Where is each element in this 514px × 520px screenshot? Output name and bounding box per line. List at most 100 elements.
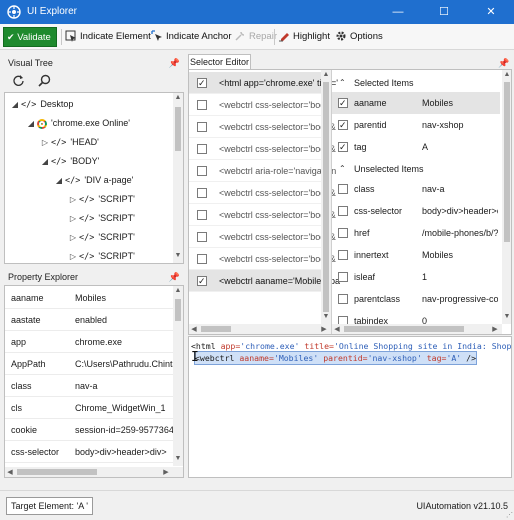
property-row[interactable]: aastate enabled bbox=[5, 309, 179, 331]
scroll-down-icon[interactable]: ▼ bbox=[321, 313, 331, 320]
collapse-icon[interactable]: ◢ bbox=[39, 152, 51, 171]
visual-tree-scrollbar[interactable]: ▲ ▼ bbox=[173, 93, 183, 263]
attribute-row[interactable]: parentid nav-xshop bbox=[332, 114, 500, 136]
selector-node-row[interactable]: <webctrl css-selector='body& bbox=[189, 138, 336, 160]
close-button[interactable]: ✕ bbox=[468, 0, 514, 24]
attribute-value[interactable]: nav-progressive-con bbox=[422, 288, 498, 310]
property-row[interactable]: css-selector body>div>header>div> bbox=[5, 441, 179, 463]
highlight-button[interactable]: Highlight bbox=[278, 28, 330, 46]
property-hscrollbar[interactable]: ◀ ▶ bbox=[5, 467, 183, 477]
attribute-checkbox[interactable] bbox=[338, 184, 348, 194]
collapse-icon[interactable]: ◢ bbox=[53, 171, 65, 190]
node-list-hscrollbar[interactable]: ◀ ▶ bbox=[189, 324, 331, 334]
attribute-value[interactable]: 1 bbox=[422, 266, 498, 288]
maximize-button[interactable]: ☐ bbox=[421, 0, 467, 24]
attribute-checkbox[interactable] bbox=[338, 228, 348, 238]
attributes-hscrollbar[interactable]: ◀ ▶ bbox=[332, 324, 502, 334]
scroll-thumb[interactable] bbox=[17, 469, 97, 475]
node-list-scrollbar[interactable]: ▲ ▼ bbox=[321, 70, 331, 324]
expand-icon[interactable]: ▷ bbox=[39, 133, 51, 152]
property-row[interactable]: cookie session-id=259-9577364 bbox=[5, 419, 179, 441]
scroll-up-icon[interactable]: ▲ bbox=[502, 71, 511, 78]
selector-node-row[interactable]: <webctrl css-selector='body& bbox=[189, 248, 336, 270]
attribute-value[interactable]: Mobiles bbox=[422, 244, 498, 266]
scroll-right-icon[interactable]: ▶ bbox=[161, 468, 171, 476]
scroll-down-icon[interactable]: ▼ bbox=[502, 313, 511, 320]
collapse-icon[interactable]: ◢ bbox=[9, 95, 21, 114]
selector-text-editor[interactable]: <html app='chrome.exe' title='Online Sho… bbox=[188, 336, 512, 478]
attribute-group-header[interactable]: ⌃ Unselected Items bbox=[332, 158, 500, 180]
node-checkbox[interactable] bbox=[197, 144, 207, 154]
selector-node-row[interactable]: <webctrl aaname='Mobiles' pa bbox=[189, 270, 340, 292]
attribute-row[interactable]: aaname Mobiles bbox=[332, 92, 500, 114]
attribute-row[interactable]: class nav-a bbox=[332, 178, 500, 200]
attribute-row[interactable]: innertext Mobiles bbox=[332, 244, 500, 266]
scroll-thumb[interactable] bbox=[344, 326, 464, 332]
node-checkbox[interactable] bbox=[197, 270, 207, 292]
selector-node-row[interactable]: <webctrl css-selector='body& bbox=[189, 182, 336, 204]
property-row[interactable]: class nav-a bbox=[5, 375, 179, 397]
scroll-right-icon[interactable]: ▶ bbox=[319, 325, 329, 333]
property-row[interactable]: cls Chrome_WidgetWin_1 bbox=[5, 397, 179, 419]
node-checkbox[interactable] bbox=[197, 72, 207, 94]
scroll-down-icon[interactable]: ▼ bbox=[173, 455, 183, 462]
scroll-right-icon[interactable]: ▶ bbox=[490, 325, 500, 333]
attribute-checkbox[interactable] bbox=[338, 92, 348, 114]
attribute-checkbox[interactable] bbox=[338, 250, 348, 260]
attribute-row[interactable]: isleaf 1 bbox=[332, 266, 500, 288]
attribute-value[interactable]: nav-xshop bbox=[422, 114, 498, 136]
expand-icon[interactable]: ▷ bbox=[67, 247, 79, 263]
collapse-icon[interactable]: ⌃ bbox=[339, 158, 346, 180]
tree-node-chrome[interactable]: ◢ 'chrome.exe Online' bbox=[25, 114, 130, 133]
collapse-icon[interactable]: ◢ bbox=[25, 114, 37, 133]
scroll-up-icon[interactable]: ▲ bbox=[321, 71, 331, 78]
pin-icon[interactable]: 📌 bbox=[498, 58, 509, 69]
expand-icon[interactable]: ▷ bbox=[67, 228, 79, 247]
node-checkbox[interactable] bbox=[197, 254, 207, 264]
property-row[interactable]: aaname Mobiles bbox=[5, 287, 179, 309]
node-checkbox[interactable] bbox=[197, 166, 207, 176]
attribute-row[interactable]: tag A bbox=[332, 136, 500, 158]
pin-icon[interactable]: 📌 bbox=[169, 56, 180, 70]
collapse-icon[interactable]: ⌃ bbox=[339, 72, 346, 94]
scroll-left-icon[interactable]: ◀ bbox=[332, 325, 342, 333]
property-row[interactable]: AppPath C:\Users\Pathrudu.Chinta bbox=[5, 353, 179, 375]
tree-node-div[interactable]: ◢ </> 'DIV a-page' bbox=[53, 171, 133, 190]
attribute-value[interactable]: A bbox=[422, 136, 498, 158]
tree-node-script[interactable]: ▷ </> 'SCRIPT' bbox=[67, 247, 135, 263]
tree-node-script[interactable]: ▷ </> 'SCRIPT' bbox=[67, 209, 135, 228]
attribute-checkbox[interactable] bbox=[338, 272, 348, 282]
attribute-checkbox[interactable] bbox=[338, 136, 348, 158]
property-scrollbar[interactable]: ▲ ▼ bbox=[173, 286, 183, 466]
tree-node-script[interactable]: ▷ </> 'SCRIPT' bbox=[67, 228, 135, 247]
attribute-value[interactable]: /mobile-phones/b/? bbox=[422, 222, 498, 244]
resize-grip-icon[interactable]: ⋰ bbox=[506, 511, 513, 519]
options-button[interactable]: Options bbox=[335, 28, 383, 46]
scroll-thumb[interactable] bbox=[201, 326, 231, 332]
attribute-row[interactable]: css-selector body>div>header>c bbox=[332, 200, 500, 222]
tree-node-script[interactable]: ▷ </> 'SCRIPT' bbox=[67, 190, 135, 209]
selector-node-row[interactable]: <webctrl aria-role='navigation bbox=[189, 160, 336, 182]
indicate-anchor-button[interactable]: Indicate Anchor bbox=[151, 28, 232, 46]
expand-icon[interactable]: ▷ bbox=[67, 190, 79, 209]
scroll-left-icon[interactable]: ◀ bbox=[189, 325, 199, 333]
attribute-checkbox[interactable] bbox=[338, 114, 348, 136]
attribute-value[interactable]: body>div>header>c bbox=[422, 200, 498, 222]
selector-node-row[interactable]: <webctrl css-selector='body& bbox=[189, 204, 336, 226]
scroll-thumb[interactable] bbox=[175, 107, 181, 151]
scroll-thumb[interactable] bbox=[323, 82, 329, 312]
validate-button[interactable]: ✔ Validate bbox=[3, 27, 57, 47]
scroll-left-icon[interactable]: ◀ bbox=[5, 468, 15, 476]
tree-node-head[interactable]: ▷ </> 'HEAD' bbox=[39, 133, 99, 152]
node-checkbox[interactable] bbox=[197, 210, 207, 220]
node-checkbox[interactable] bbox=[197, 122, 207, 132]
tab-selector-editor[interactable]: Selector Editor bbox=[188, 54, 251, 70]
selector-node-row[interactable]: <webctrl css-selector='body' t bbox=[189, 94, 336, 116]
selector-node-row[interactable]: <webctrl css-selector='body& bbox=[189, 226, 336, 248]
node-checkbox[interactable] bbox=[197, 100, 207, 110]
scroll-thumb[interactable] bbox=[504, 82, 510, 242]
attribute-value[interactable]: Mobiles bbox=[422, 92, 498, 114]
attribute-value[interactable]: nav-a bbox=[422, 178, 498, 200]
node-checkbox[interactable] bbox=[197, 232, 207, 242]
expand-icon[interactable]: ▷ bbox=[67, 209, 79, 228]
